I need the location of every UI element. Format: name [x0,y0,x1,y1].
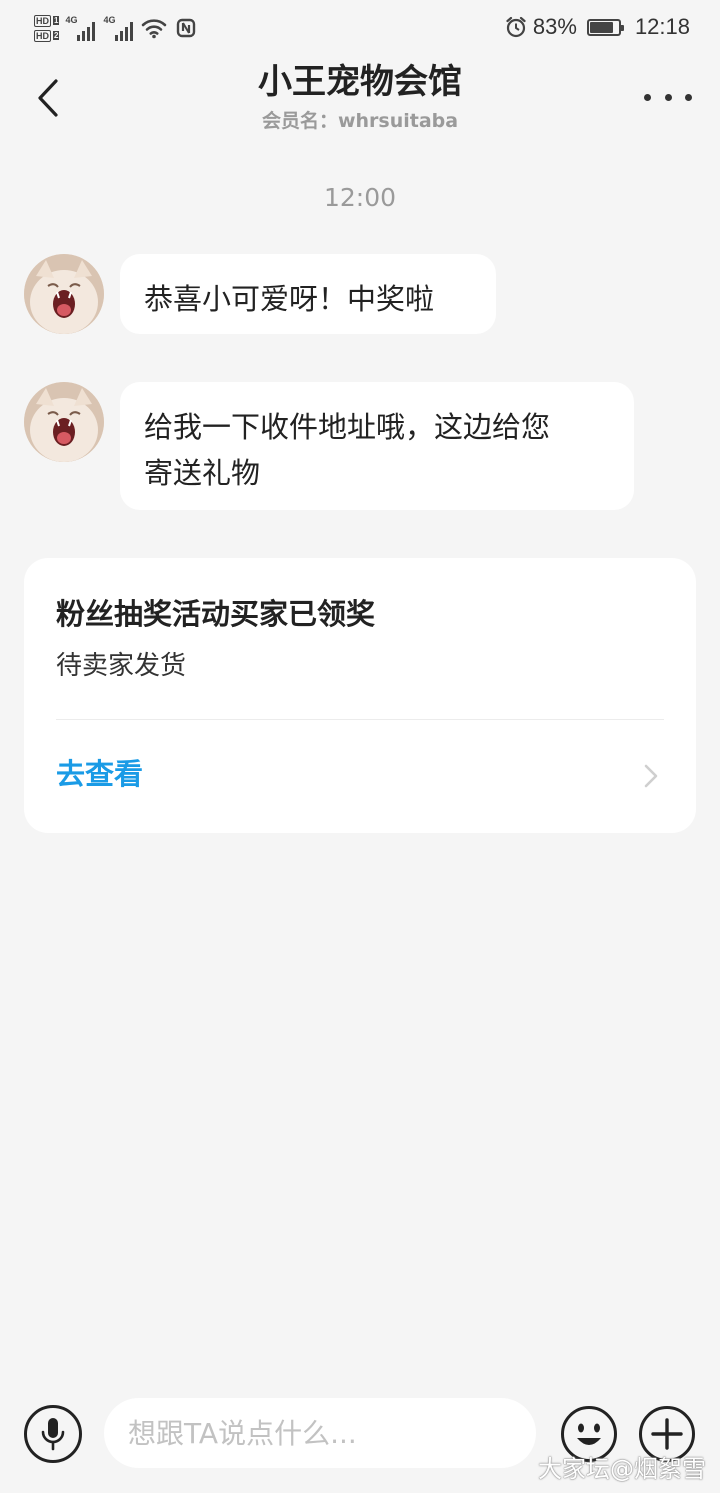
watermark: 大家坛@烟絮雪 [538,1455,706,1483]
hd-icon: HD 1 HD 2 [34,14,60,42]
chat-header: 小王宠物会馆 会员名：whrsuitaba [0,52,720,148]
microphone-icon [41,1418,65,1451]
voice-button[interactable] [24,1405,82,1463]
chat-message: 给我一下收件地址哦，这边给您 寄送礼物 [24,382,634,510]
view-details-link[interactable]: 去查看 [56,754,143,794]
nfc-icon [177,18,196,38]
battery-fill [589,21,614,33]
chat-timestamp: 12:00 [323,183,397,212]
chat-message: 恭喜小可爱呀！中奖啦 [24,254,504,334]
hd-label-2: HD [34,29,51,42]
cat-avatar-image [24,382,104,462]
cat-avatar-image [24,254,104,334]
message-bubble[interactable]: 恭喜小可爱呀！中奖啦 [120,254,496,334]
view-details-row[interactable]: 去查看 [24,720,696,833]
wifi-icon [142,19,167,39]
alarm-icon [506,16,526,38]
more-icon [664,93,672,101]
more-icon [685,93,692,101]
avatar[interactable] [24,382,104,462]
message-input[interactable] [104,1398,536,1468]
signal-icon: 4G [103,15,134,41]
network-type-2: 4G [103,15,116,25]
status-time: 12:18 [634,14,690,39]
more-button[interactable] [644,80,692,114]
hd-num-1: 1 [53,16,60,25]
prize-notification-card: 粉丝抽奖活动买家已领奖 待卖家发货 去查看 [24,558,696,833]
avatar[interactable] [24,254,104,334]
battery-percent: 83% [532,14,577,39]
status-left: HD 1 HD 2 4G 4G [34,8,197,48]
status-right: 83% 12:18 [505,12,690,42]
chevron-right-icon [644,764,658,788]
hd-label-1: HD [34,14,51,27]
message-bubble[interactable]: 给我一下收件地址哦，这边给您 寄送礼物 [120,382,634,510]
more-icon [644,93,651,101]
page-title: 小王宠物会馆 [258,62,462,102]
hd-num-2: 2 [53,31,60,40]
battery-icon [586,18,624,36]
card-title: 粉丝抽奖活动买家已领奖 [56,597,376,631]
member-name: 会员名：whrsuitaba [261,110,459,132]
network-type-1: 4G [65,15,78,25]
signal-icon: 4G [65,15,96,41]
status-bar: HD 1 HD 2 4G 4G 83% 12:18 [0,0,720,52]
card-status: 待卖家发货 [56,651,187,681]
